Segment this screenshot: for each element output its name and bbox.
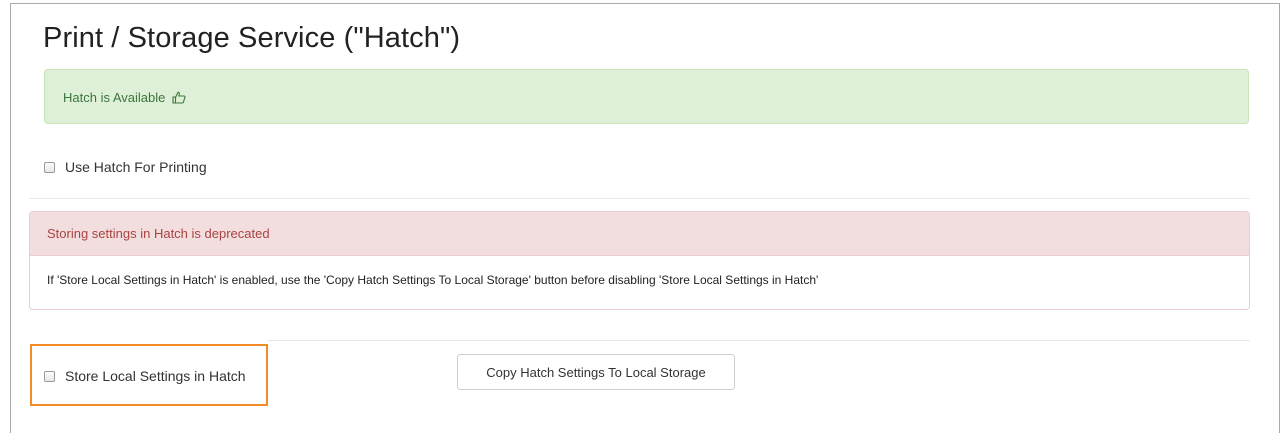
deprecation-body: If 'Store Local Settings in Hatch' is en…: [47, 273, 819, 287]
divider: [29, 198, 1250, 199]
deprecation-heading: Storing settings in Hatch is deprecated: [30, 212, 1249, 256]
copy-hatch-settings-button[interactable]: Copy Hatch Settings To Local Storage: [457, 354, 735, 390]
use-hatch-printing-label: Use Hatch For Printing: [65, 159, 207, 175]
thumbs-up-icon: [172, 91, 186, 107]
deprecation-panel: Storing settings in Hatch is deprecated …: [29, 211, 1250, 310]
status-message: Hatch is Available: [63, 90, 186, 107]
status-alert: Hatch is Available: [44, 69, 1249, 124]
store-local-settings-option[interactable]: Store Local Settings in Hatch: [44, 368, 246, 384]
store-local-settings-label: Store Local Settings in Hatch: [65, 368, 246, 384]
divider: [268, 340, 1250, 341]
store-local-settings-checkbox[interactable]: [44, 370, 55, 382]
use-hatch-printing-checkbox[interactable]: [44, 161, 55, 173]
page-title: Print / Storage Service ("Hatch"): [43, 22, 461, 54]
status-text: Hatch is Available: [63, 90, 166, 105]
use-hatch-printing-option[interactable]: Use Hatch For Printing: [44, 159, 207, 175]
